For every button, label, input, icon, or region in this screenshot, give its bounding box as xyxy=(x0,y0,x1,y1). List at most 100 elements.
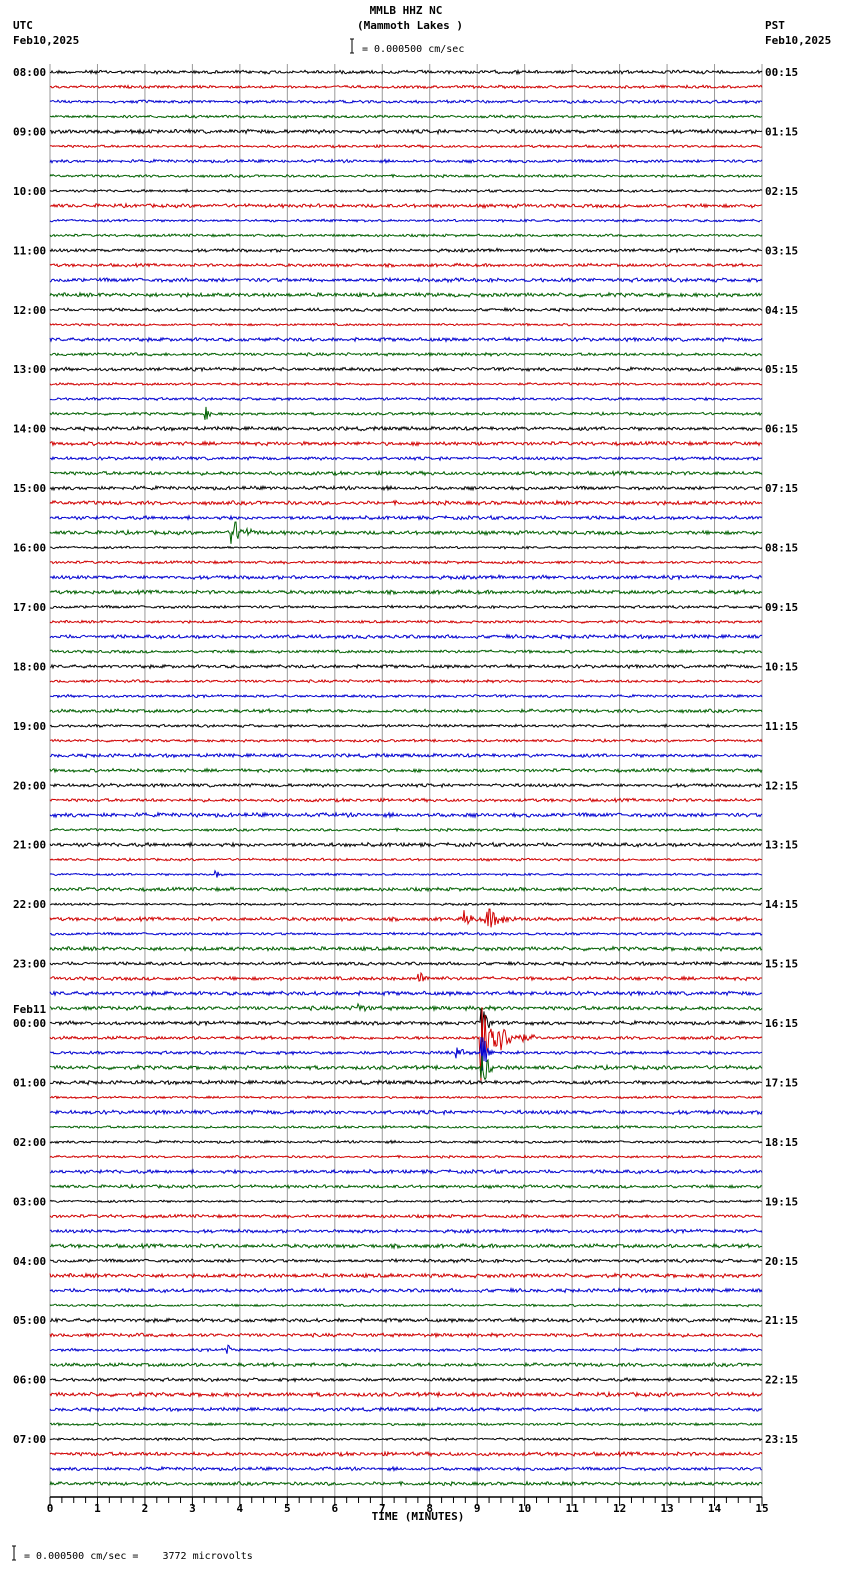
station-location: (Mammoth Lakes ) xyxy=(357,19,463,32)
pst-hour-label: 17:15 xyxy=(765,1076,798,1089)
seismic-trace xyxy=(49,233,763,238)
seismic-trace xyxy=(49,84,763,90)
seismic-trace xyxy=(49,425,763,432)
seismic-trace xyxy=(49,545,763,550)
pst-hour-label: 15:15 xyxy=(765,958,798,971)
utc-hour-label: 01:00 xyxy=(13,1076,46,1089)
pst-hour-label: 05:15 xyxy=(765,363,798,376)
pst-hour-label: 23:15 xyxy=(765,1433,798,1446)
utc-hour-label: 09:00 xyxy=(13,125,46,138)
left-timezone: UTC xyxy=(13,19,33,32)
pst-hour-label: 19:15 xyxy=(765,1195,798,1208)
seismic-trace xyxy=(49,738,763,744)
pst-hour-label: 22:15 xyxy=(765,1374,798,1387)
x-tick-label: 10 xyxy=(518,1502,531,1515)
x-tick-label: 12 xyxy=(613,1502,626,1515)
x-tick-label: 5 xyxy=(284,1502,291,1515)
helicorder-plot: MMLB HHZ NC (Mammoth Lakes ) UTC Feb10,2… xyxy=(12,4,831,1562)
seismic-trace xyxy=(49,678,762,684)
seismic-trace xyxy=(49,1199,763,1204)
seismic-trace xyxy=(49,499,763,507)
seismic-trace xyxy=(49,276,763,284)
pst-hour-label: 10:15 xyxy=(765,660,798,673)
seismic-trace xyxy=(49,381,763,387)
seismic-trace xyxy=(49,840,763,849)
seismic-trace xyxy=(49,1055,763,1081)
seismic-trace xyxy=(49,752,763,759)
seismic-trace xyxy=(49,1213,763,1220)
seismic-trace xyxy=(49,573,763,581)
seismic-trace xyxy=(49,782,762,789)
utc-hour-label: 05:00 xyxy=(13,1314,46,1327)
seismic-trace xyxy=(49,1331,763,1339)
station-title: MMLB HHZ NC xyxy=(370,4,443,17)
utc-hour-label: 19:00 xyxy=(13,720,46,733)
seismic-trace xyxy=(49,114,763,120)
footer-scale-label: = 0.000500 cm/sec = 3772 microvolts xyxy=(24,1551,253,1562)
seismic-trace xyxy=(49,886,763,893)
x-tick-label: 14 xyxy=(708,1502,722,1515)
utc-hour-label: 21:00 xyxy=(13,839,46,852)
seismic-trace xyxy=(49,559,763,565)
seismic-trace xyxy=(49,1303,763,1308)
seismic-trace xyxy=(49,723,763,729)
seismic-trace xyxy=(49,336,763,343)
x-tick-label: 1 xyxy=(94,1502,101,1515)
scale-bar-icon xyxy=(350,38,354,54)
utc-hour-label: 07:00 xyxy=(13,1433,46,1446)
utc-hour-label: 23:00 xyxy=(13,958,46,971)
utc-hour-label: 18:00 xyxy=(13,660,46,673)
utc-hour-label: 17:00 xyxy=(13,601,46,614)
seismic-trace xyxy=(49,1450,763,1458)
seismic-trace xyxy=(50,1183,763,1190)
seismic-trace xyxy=(49,663,763,670)
pst-hour-label: 14:15 xyxy=(765,898,798,911)
seismic-trace xyxy=(49,1406,763,1413)
seismic-trace xyxy=(49,351,763,358)
seismic-trace xyxy=(49,1257,763,1264)
seismic-trace xyxy=(49,1316,763,1324)
seismic-trace xyxy=(49,604,763,610)
x-tick-label: 15 xyxy=(755,1502,768,1515)
seismic-trace xyxy=(49,767,763,774)
x-tick-label: 0 xyxy=(47,1502,54,1515)
seismic-trace xyxy=(49,908,763,928)
seismic-trace xyxy=(49,797,763,804)
utc-hour-label: 00:00 xyxy=(13,1017,46,1030)
seismic-trace xyxy=(49,1124,763,1130)
pst-hour-label: 02:15 xyxy=(765,185,798,198)
pst-hour-label: 08:15 xyxy=(765,542,798,555)
x-tick-label: 4 xyxy=(237,1502,244,1515)
utc-hour-label: 10:00 xyxy=(13,185,46,198)
seismic-trace xyxy=(49,1227,763,1235)
x-tick-label: 6 xyxy=(331,1502,338,1515)
utc-hour-label: 06:00 xyxy=(13,1374,46,1387)
seismic-trace xyxy=(49,262,763,269)
utc-hour-label: 16:00 xyxy=(13,542,46,555)
footer-scale-bar-icon xyxy=(12,1545,16,1561)
seismic-trace xyxy=(49,68,763,76)
seismic-trace xyxy=(49,588,763,596)
left-date: Feb10,2025 xyxy=(13,34,79,47)
pst-hour-label: 11:15 xyxy=(765,720,798,733)
seismic-trace xyxy=(49,306,763,313)
seismic-trace xyxy=(49,1465,762,1473)
seismic-trace xyxy=(49,693,763,699)
utc-hour-label: 11:00 xyxy=(13,244,46,257)
seismic-trace xyxy=(49,1344,763,1354)
x-axis-label: TIME (MINUTES) xyxy=(372,1510,465,1523)
seismic-trace xyxy=(49,1108,763,1116)
seismic-trace xyxy=(49,960,763,967)
seismic-trace xyxy=(49,1095,763,1100)
seismic-trace xyxy=(49,1376,763,1383)
pst-hour-label: 07:15 xyxy=(765,482,798,495)
pst-hour-label: 06:15 xyxy=(765,423,798,436)
pst-hour-label: 04:15 xyxy=(765,304,798,317)
seismic-trace xyxy=(49,1154,763,1159)
seismic-trace xyxy=(49,1007,763,1082)
seismic-trace xyxy=(49,1242,763,1250)
seismic-trace xyxy=(49,218,763,224)
x-tick-label: 2 xyxy=(142,1502,149,1515)
pst-hour-label: 16:15 xyxy=(765,1017,798,1030)
seismic-trace xyxy=(49,857,763,862)
